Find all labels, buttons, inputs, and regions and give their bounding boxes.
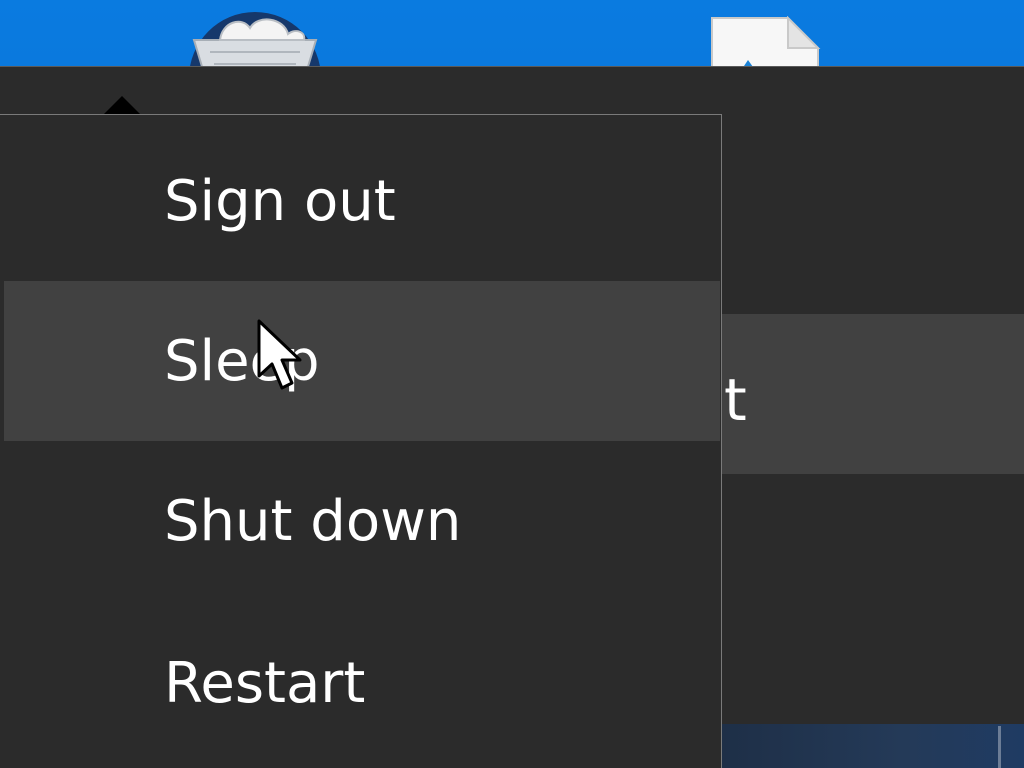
taskbar	[722, 724, 1024, 768]
taskbar-divider	[998, 726, 1001, 768]
menu-item-label: Restart	[164, 650, 366, 716]
mouse-pointer-icon	[256, 318, 308, 392]
menu-item-shut-down[interactable]: Shut down	[4, 441, 720, 601]
menu-item-sign-out[interactable]: Sign out	[4, 121, 720, 281]
background-panel-highlight	[722, 314, 1024, 474]
menu-item-label: Shut down	[164, 488, 462, 554]
menu-item-restart[interactable]: Restart	[4, 603, 720, 763]
power-menu: Sign out Sleep Shut down Restart	[0, 114, 722, 768]
background-panel-label: t	[724, 366, 747, 434]
menu-item-label: Sign out	[164, 168, 396, 234]
menu-item-sleep[interactable]: Sleep	[4, 281, 720, 441]
flyout-caret	[104, 96, 140, 114]
